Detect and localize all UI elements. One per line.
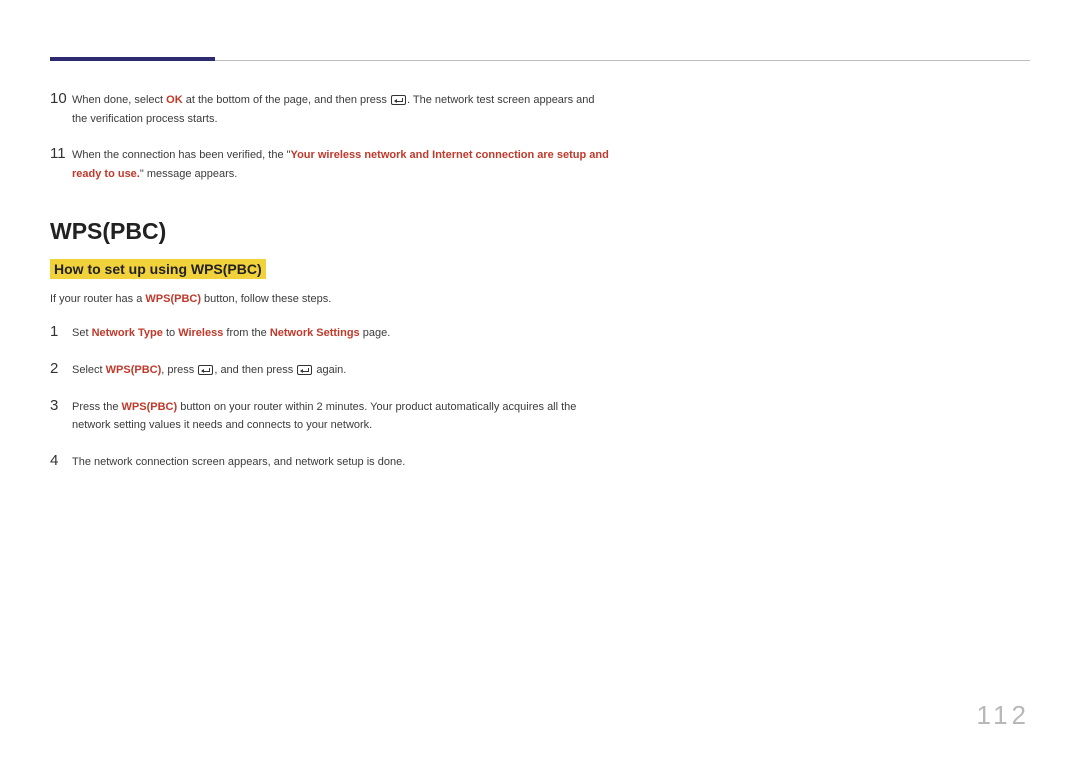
body-text: When done, select (72, 94, 166, 106)
emphasis-text: Network Type (92, 327, 163, 339)
step-body: Select WPS(PBC), press , and then press … (72, 359, 610, 380)
enter-icon (297, 365, 312, 375)
step-number: 10 (50, 89, 72, 109)
header-rule (50, 60, 1030, 61)
body-text: page. (360, 327, 391, 339)
emphasis-text: OK (166, 94, 183, 106)
step-row: 10When done, select OK at the bottom of … (50, 89, 610, 128)
step-row: 2Select WPS(PBC), press , and then press… (50, 359, 610, 380)
step-number: 11 (50, 144, 72, 164)
subsection-title: How to set up using WPS(PBC) (50, 259, 266, 279)
body-text: button, follow these steps. (201, 293, 331, 305)
emphasis-text: WPS(PBC) (106, 364, 162, 376)
step-number: 4 (50, 451, 72, 471)
body-text: from the (223, 327, 269, 339)
step-body: The network connection screen appears, a… (72, 451, 610, 472)
step-body: When done, select OK at the bottom of th… (72, 89, 610, 128)
body-text: to (163, 327, 178, 339)
body-text: again. (313, 364, 346, 376)
body-text: " message appears. (140, 168, 237, 180)
step-number: 3 (50, 396, 72, 416)
body-text: , press (161, 364, 197, 376)
step-row: 4The network connection screen appears, … (50, 451, 610, 472)
body-text: The network connection screen appears, a… (72, 456, 405, 468)
step-row: 3Press the WPS(PBC) button on your route… (50, 396, 610, 435)
intro-text: If your router has a WPS(PBC) button, fo… (50, 291, 1030, 309)
section-title: WPS(PBC) (50, 218, 1030, 245)
page-number: 112 (977, 700, 1030, 731)
step-body: Set Network Type to Wireless from the Ne… (72, 322, 610, 343)
steps-top-list: 10When done, select OK at the bottom of … (50, 89, 1030, 184)
body-text: Set (72, 327, 92, 339)
emphasis-text: Network Settings (270, 327, 360, 339)
enter-icon (198, 365, 213, 375)
emphasis-text: WPS(PBC) (122, 401, 178, 413)
step-row: 1Set Network Type to Wireless from the N… (50, 322, 610, 343)
body-text: When the connection has been verified, t… (72, 149, 291, 161)
emphasis-text: Wireless (178, 327, 223, 339)
body-text: , and then press (214, 364, 296, 376)
body-text: Select (72, 364, 106, 376)
enter-icon (391, 95, 406, 105)
emphasis-text: WPS(PBC) (145, 293, 201, 305)
accent-rule (50, 57, 215, 61)
step-body: Press the WPS(PBC) button on your router… (72, 396, 610, 435)
body-text: at the bottom of the page, and then pres… (183, 94, 390, 106)
step-number: 1 (50, 322, 72, 342)
body-text: Press the (72, 401, 122, 413)
step-row: 11When the connection has been verified,… (50, 144, 610, 183)
step-number: 2 (50, 359, 72, 379)
body-text: If your router has a (50, 293, 145, 305)
step-body: When the connection has been verified, t… (72, 144, 610, 183)
steps-main-list: 1Set Network Type to Wireless from the N… (50, 322, 1030, 471)
